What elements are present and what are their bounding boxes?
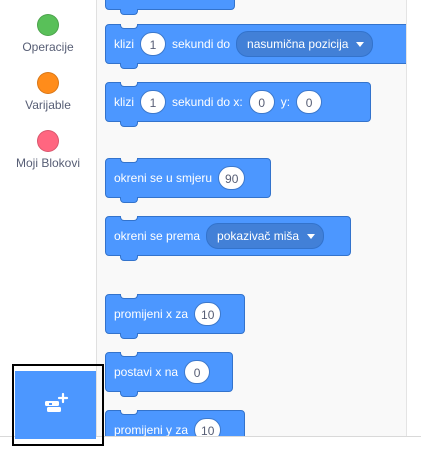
glide-random-secs-input[interactable]: 1 [140, 32, 166, 56]
block-glide-random[interactable]: klizi 1 sekundi do nasumična pozicija [105, 24, 411, 69]
category-dot-my-blocks [37, 130, 59, 152]
block-notch [120, 294, 138, 299]
block-glide-xy[interactable]: klizi 1 sekundi do x: 0 y: 0 [105, 82, 371, 127]
category-variables[interactable]: Varijable [0, 72, 96, 112]
block-notch [120, 216, 138, 221]
glide-random-target-value: nasumična pozicija [247, 37, 349, 51]
block-tab [120, 197, 138, 203]
block-point-towards[interactable]: okreni se prema pokazivač miša [105, 216, 351, 261]
category-dot-operators [37, 14, 59, 36]
block-point-in-direction[interactable]: okreni se u smjeru 90 [105, 158, 271, 203]
glide-random-target-dropdown[interactable]: nasumična pozicija [236, 31, 374, 57]
set-x-label: postavi x na [114, 365, 179, 379]
palette-scrollbar[interactable] [406, 0, 421, 436]
category-label-operators: Operacije [22, 40, 74, 54]
set-x-input[interactable]: 0 [184, 360, 211, 384]
glide-xy-x-input[interactable]: 0 [248, 90, 275, 114]
block-tab [120, 63, 138, 69]
block-palette: klizi 1 sekundi do nasumična pozicija kl… [97, 0, 411, 436]
glide-random-label-2: sekundi do [172, 37, 231, 51]
category-my-blocks[interactable]: Moji Blokovi [0, 130, 96, 170]
glide-random-label-1: klizi [114, 37, 134, 51]
block-partial-top[interactable] [105, 0, 235, 15]
chevron-down-icon [307, 233, 316, 239]
block-tab [120, 9, 138, 15]
change-x-label: promijeni x za [114, 307, 189, 321]
change-y-input[interactable]: 10 [194, 418, 222, 436]
glide-xy-y-input[interactable]: 0 [296, 90, 323, 114]
block-tab [120, 121, 138, 127]
block-tab [120, 391, 138, 397]
category-label-variables: Varijable [25, 98, 71, 112]
add-extension-icon [45, 393, 69, 412]
point-dir-label: okreni se u smjeru [114, 171, 213, 185]
block-notch [120, 352, 138, 357]
change-y-label: promijeni y za [114, 423, 189, 436]
chevron-down-icon [356, 41, 365, 47]
block-change-x[interactable]: promijeni x za 10 [105, 294, 245, 339]
glide-xy-label-1: klizi [114, 95, 134, 109]
glide-xy-label-2: sekundi do x: [172, 95, 243, 109]
change-x-input[interactable]: 10 [194, 302, 222, 326]
block-change-y[interactable]: promijeni y za 10 [105, 410, 245, 436]
block-notch [120, 158, 138, 163]
block-notch [120, 24, 138, 29]
point-towards-label: okreni se prema [114, 229, 201, 243]
point-towards-dropdown[interactable]: pokazivač miša [206, 223, 325, 249]
glide-xy-secs-input[interactable]: 1 [140, 90, 166, 114]
point-dir-input[interactable]: 90 [218, 166, 246, 190]
point-towards-value: pokazivač miša [217, 229, 300, 243]
category-operators[interactable]: Operacije [0, 14, 96, 54]
category-label-my-blocks: Moji Blokovi [15, 156, 81, 170]
glide-xy-y-label: y: [280, 95, 291, 109]
block-tab [120, 255, 138, 261]
add-extension-button[interactable] [15, 371, 96, 439]
block-notch [120, 82, 138, 87]
block-set-x[interactable]: postavi x na 0 [105, 352, 233, 397]
category-dot-variables [37, 72, 59, 94]
block-tab [120, 333, 138, 339]
block-notch [120, 410, 138, 415]
